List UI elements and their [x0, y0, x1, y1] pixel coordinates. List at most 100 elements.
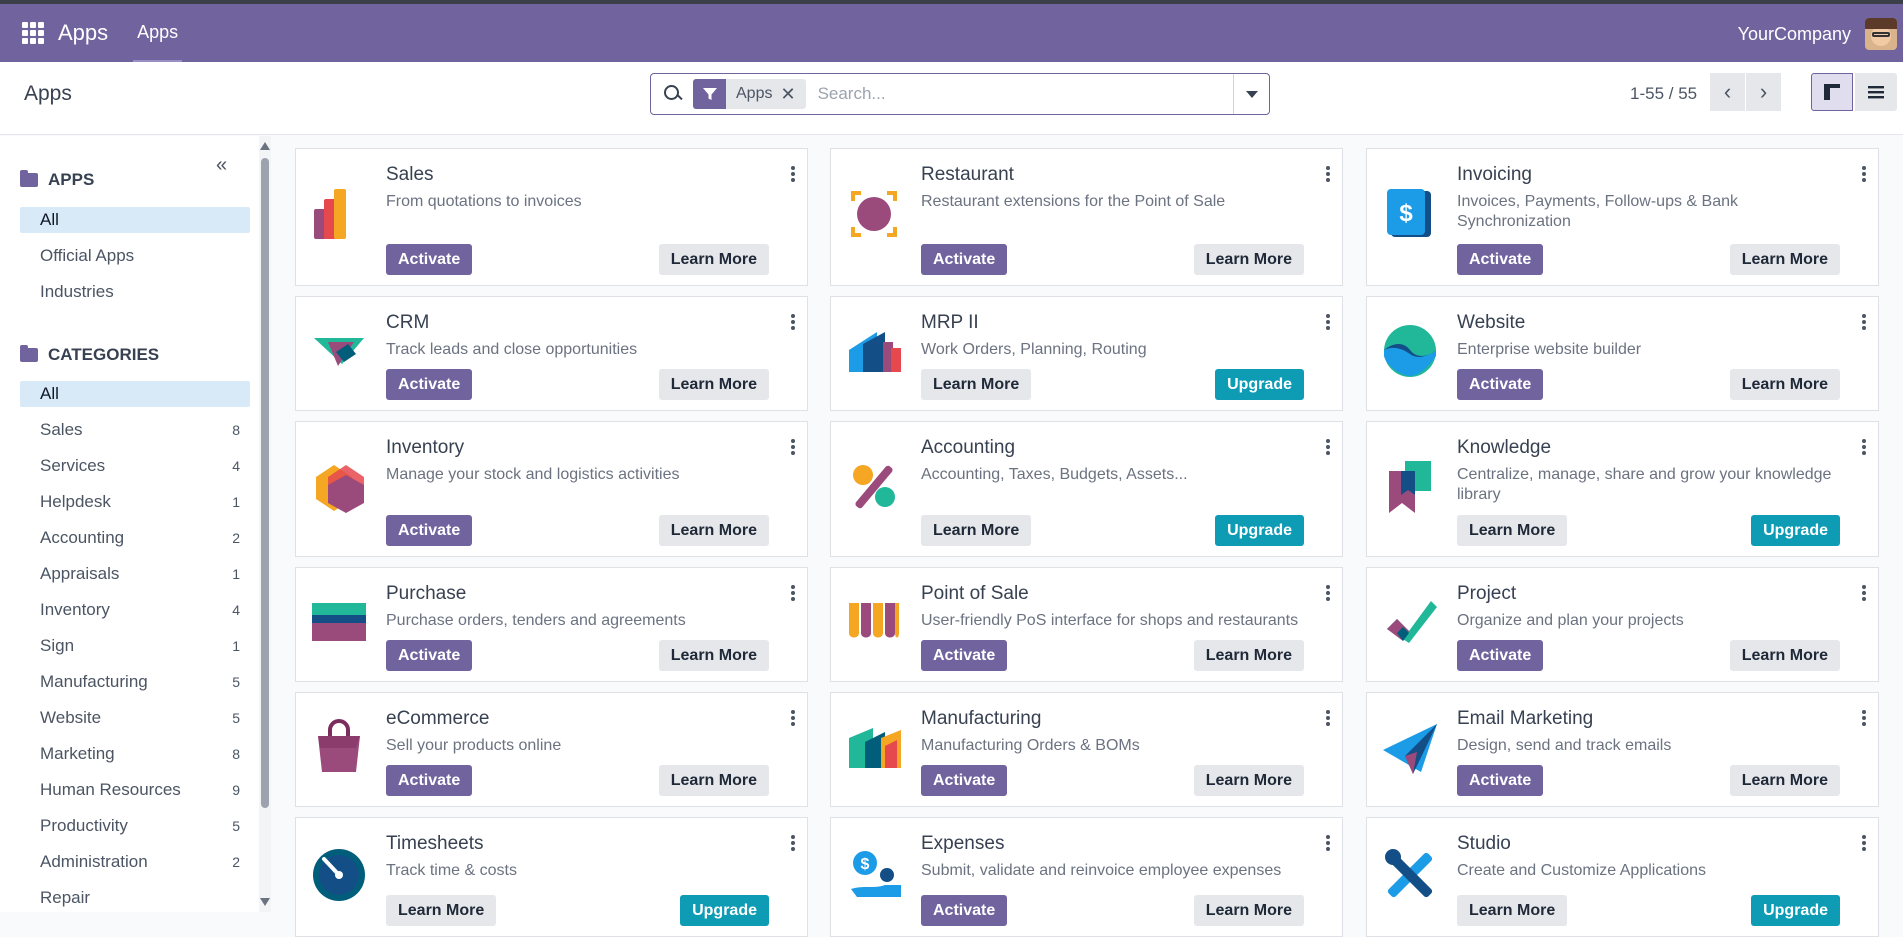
app-card[interactable]: Manufacturing Manufacturing Orders & BOMs…: [830, 692, 1343, 807]
pager-next-button[interactable]: ›: [1746, 73, 1781, 111]
activate-button[interactable]: Activate: [921, 244, 1008, 275]
menu-item-apps[interactable]: Apps: [133, 4, 183, 62]
scroll-thumb[interactable]: [261, 158, 269, 808]
card-dropdown-icon[interactable]: [1326, 439, 1330, 455]
learn-more-button[interactable]: Learn More: [1457, 895, 1568, 926]
learn-more-button[interactable]: Learn More: [1457, 515, 1568, 546]
learn-more-button[interactable]: Learn More: [1193, 765, 1304, 796]
app-card[interactable]: CRM Track leads and close opportunities Ac…: [295, 296, 808, 411]
app-card[interactable]: MRP II Work Orders, Planning, Routing Lear…: [830, 296, 1343, 411]
learn-more-button[interactable]: Learn More: [658, 640, 769, 671]
upgrade-button[interactable]: Upgrade: [1215, 515, 1304, 546]
app-card[interactable]: eCommerce Sell your products online Activa…: [295, 692, 808, 807]
upgrade-button[interactable]: Upgrade: [680, 895, 769, 926]
app-menu-grid-icon[interactable]: [22, 22, 44, 44]
learn-more-button[interactable]: Learn More: [386, 895, 497, 926]
app-card[interactable]: Inventory Manage your stock and logistics…: [295, 421, 808, 557]
activate-button[interactable]: Activate: [386, 515, 473, 546]
learn-more-button[interactable]: Learn More: [658, 369, 769, 400]
card-dropdown-icon[interactable]: [1326, 835, 1330, 851]
card-dropdown-icon[interactable]: [791, 166, 795, 182]
activate-button[interactable]: Activate: [386, 244, 473, 275]
category-item[interactable]: Marketing 8: [20, 741, 250, 767]
card-dropdown-icon[interactable]: [1862, 835, 1866, 851]
sidebar-scrollbar[interactable]: [259, 136, 271, 912]
learn-more-button[interactable]: Learn More: [921, 515, 1032, 546]
category-item[interactable]: Sales 8: [20, 417, 250, 443]
activate-button[interactable]: Activate: [386, 369, 473, 400]
category-item[interactable]: Website 5: [20, 705, 250, 731]
card-dropdown-icon[interactable]: [1326, 314, 1330, 330]
upgrade-button[interactable]: Upgrade: [1215, 369, 1304, 400]
activate-button[interactable]: Activate: [1457, 369, 1544, 400]
app-card[interactable]: Purchase Purchase orders, tenders and agr…: [295, 567, 808, 682]
category-item[interactable]: All: [20, 381, 250, 407]
upgrade-button[interactable]: Upgrade: [1751, 515, 1840, 546]
app-card[interactable]: Email Marketing Design, send and track em…: [1366, 692, 1879, 807]
card-dropdown-icon[interactable]: [1862, 439, 1866, 455]
card-dropdown-icon[interactable]: [1862, 166, 1866, 182]
kanban-view-button[interactable]: [1811, 73, 1853, 111]
app-brand[interactable]: Apps: [58, 20, 108, 46]
learn-more-button[interactable]: Learn More: [658, 515, 769, 546]
company-switcher[interactable]: YourCompany: [1738, 24, 1851, 45]
activate-button[interactable]: Activate: [386, 765, 473, 796]
learn-more-button[interactable]: Learn More: [1729, 369, 1840, 400]
category-item[interactable]: Inventory 4: [20, 597, 250, 623]
learn-more-button[interactable]: Learn More: [921, 369, 1032, 400]
category-item[interactable]: Manufacturing 5: [20, 669, 250, 695]
pager-previous-button[interactable]: ‹: [1710, 73, 1745, 111]
search-input[interactable]: [817, 84, 1233, 104]
card-dropdown-icon[interactable]: [791, 835, 795, 851]
category-item[interactable]: Helpdesk 1: [20, 489, 250, 515]
learn-more-button[interactable]: Learn More: [658, 244, 769, 275]
activate-button[interactable]: Activate: [921, 640, 1008, 671]
card-dropdown-icon[interactable]: [1326, 166, 1330, 182]
card-dropdown-icon[interactable]: [1326, 585, 1330, 601]
pager-value[interactable]: 1-55 / 55: [1630, 84, 1697, 104]
filter-all-apps[interactable]: All: [20, 207, 250, 233]
facet-remove-icon[interactable]: ✕: [780, 84, 805, 105]
category-item[interactable]: Administration 2: [20, 849, 250, 875]
activate-button[interactable]: Activate: [1457, 640, 1544, 671]
card-dropdown-icon[interactable]: [1862, 585, 1866, 601]
app-card[interactable]: Restaurant Restaurant extensions for the …: [830, 148, 1343, 286]
category-item[interactable]: Productivity 5: [20, 813, 250, 839]
card-dropdown-icon[interactable]: [1862, 710, 1866, 726]
card-dropdown-icon[interactable]: [791, 710, 795, 726]
category-item[interactable]: Repair: [20, 885, 250, 911]
category-item[interactable]: Accounting 2: [20, 525, 250, 551]
learn-more-button[interactable]: Learn More: [1729, 244, 1840, 275]
card-dropdown-icon[interactable]: [1862, 314, 1866, 330]
card-dropdown-icon[interactable]: [791, 439, 795, 455]
card-dropdown-icon[interactable]: [1326, 710, 1330, 726]
scroll-down-arrow-icon[interactable]: [260, 898, 270, 906]
card-dropdown-icon[interactable]: [791, 585, 795, 601]
upgrade-button[interactable]: Upgrade: [1751, 895, 1840, 926]
learn-more-button[interactable]: Learn More: [1193, 244, 1304, 275]
learn-more-button[interactable]: Learn More: [658, 765, 769, 796]
learn-more-button[interactable]: Learn More: [1193, 895, 1304, 926]
learn-more-button[interactable]: Learn More: [1729, 640, 1840, 671]
app-card[interactable]: Point of Sale User-friendly PoS interface…: [830, 567, 1343, 682]
category-item[interactable]: Appraisals 1: [20, 561, 250, 587]
app-card[interactable]: Website Enterprise website builder Activat…: [1366, 296, 1879, 411]
app-card[interactable]: Sales From quotations to invoices Activate…: [295, 148, 808, 286]
app-card[interactable]: $ Expenses Submit, validate and reinvoice …: [830, 817, 1343, 937]
filter-official-apps[interactable]: Official Apps: [20, 243, 250, 269]
app-card[interactable]: Knowledge Centralize, manage, share and g…: [1366, 421, 1879, 557]
scroll-up-arrow-icon[interactable]: [260, 142, 270, 150]
app-card[interactable]: $ Invoicing Invoices, Payments, Follow-ups…: [1366, 148, 1879, 286]
learn-more-button[interactable]: Learn More: [1193, 640, 1304, 671]
search-icon[interactable]: [663, 84, 683, 104]
app-card[interactable]: Studio Create and Customize Applications L…: [1366, 817, 1879, 937]
collapse-sidebar-icon[interactable]: «: [216, 154, 227, 177]
user-avatar[interactable]: [1865, 18, 1897, 50]
list-view-button[interactable]: [1855, 73, 1897, 111]
filter-industries[interactable]: Industries: [20, 279, 250, 305]
card-dropdown-icon[interactable]: [791, 314, 795, 330]
search-options-toggle[interactable]: [1233, 74, 1269, 114]
app-card[interactable]: Timesheets Track time & costs Learn More Up…: [295, 817, 808, 937]
search-box[interactable]: Apps ✕: [650, 73, 1270, 115]
app-card[interactable]: Project Organize and plan your projects Ac…: [1366, 567, 1879, 682]
